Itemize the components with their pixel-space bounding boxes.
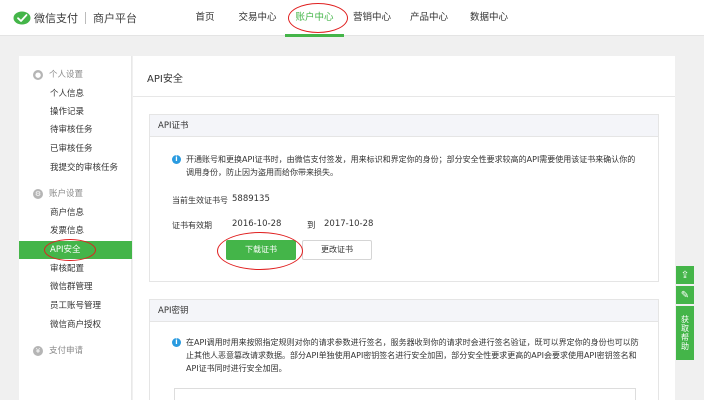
validity-label: 证书有效期 <box>172 221 212 230</box>
section-heading: API密钥 <box>150 300 658 322</box>
sidebar-item-invoice-info[interactable]: 发票信息 <box>19 222 132 240</box>
sidebar-group-account[interactable]: ⚙ 账户设置 <box>19 185 132 203</box>
sidebar-item-merchant-info[interactable]: 商户信息 <box>19 204 132 222</box>
floating-toolbar: ⇪ ✎ 获取帮助 <box>676 266 694 362</box>
sidebar-item-merchant-auth[interactable]: 微信商户授权 <box>19 316 132 334</box>
change-cert-button[interactable]: 更改证书 <box>302 240 372 260</box>
info-icon: i <box>172 155 181 164</box>
valid-from: 2016-10-28 <box>232 219 282 229</box>
sidebar-group-label: 账户设置 <box>49 189 84 199</box>
main-nav: 首页 交易中心 账户中心 营销中心 产品中心 数据中心 <box>180 0 520 37</box>
nav-marketing-center[interactable]: 营销中心 <box>344 0 400 36</box>
nav-home[interactable]: 首页 <box>180 0 230 36</box>
sidebar-item-personal-info[interactable]: 个人信息 <box>19 85 132 103</box>
user-icon: ● <box>33 70 43 80</box>
valid-to: 2017-10-28 <box>324 219 374 229</box>
wechat-pay-icon <box>13 11 31 25</box>
get-help-button[interactable]: 获取帮助 <box>676 306 694 360</box>
gear-icon: ⚙ <box>33 189 43 199</box>
cert-info-notice: i 开通账号和更换API证书时，由微信支付签发，用来标识和界定你的身份；部分安全… <box>172 153 642 179</box>
nav-trade-center[interactable]: 交易中心 <box>230 0 285 36</box>
valid-to-separator: 到 <box>307 221 316 231</box>
nav-data-center[interactable]: 数据中心 <box>458 0 520 36</box>
download-cert-button[interactable]: 下载证书 <box>226 240 296 260</box>
sidebar-item-my-submitted-tasks[interactable]: 我提交的审核任务 <box>19 159 132 177</box>
sidebar-group-payment[interactable]: ¥ 支付申请 <box>19 342 132 360</box>
api-cert-section: API证书 i 开通账号和更换API证书时，由微信支付签发，用来标识和界定你的身… <box>149 114 659 282</box>
key-action-box <box>174 388 636 400</box>
sidebar: ● 个人设置 个人信息 操作记录 待审核任务 已审核任务 我提交的审核任务 ⚙ … <box>19 56 132 400</box>
edit-icon[interactable]: ✎ <box>676 286 694 304</box>
sidebar-group-label: 支付申请 <box>49 346 84 356</box>
sidebar-item-api-security[interactable]: API安全 <box>19 241 132 259</box>
sidebar-item-pending-tasks[interactable]: 待审核任务 <box>19 121 132 139</box>
sidebar-item-staff-accounts[interactable]: 员工账号管理 <box>19 297 132 315</box>
info-icon: i <box>172 338 181 347</box>
upload-icon[interactable]: ⇪ <box>676 266 694 284</box>
title-divider <box>133 96 675 97</box>
sidebar-group-label: 个人设置 <box>49 70 84 80</box>
brand-logo[interactable]: 微信支付 商户平台 <box>13 10 137 26</box>
sidebar-group-personal[interactable]: ● 个人设置 <box>19 66 132 84</box>
api-key-section: API密钥 i 在API调用时用来按照指定规则对你的请求参数进行签名，服务器收到… <box>149 299 659 400</box>
page-title: API安全 <box>147 74 183 85</box>
sidebar-item-audit-config[interactable]: 审核配置 <box>19 260 132 278</box>
cert-info-text: 开通账号和更换API证书时，由微信支付签发，用来标识和界定你的身份；部分安全性要… <box>186 155 636 177</box>
key-info-notice: i 在API调用时用来按照指定规则对你的请求参数进行签名，服务器收到你的请求时会… <box>172 336 642 375</box>
nav-product-center[interactable]: 产品中心 <box>400 0 458 36</box>
key-info-text: 在API调用时用来按照指定规则对你的请求参数进行签名，服务器收到你的请求时会进行… <box>186 338 639 373</box>
sidebar-item-wechat-group[interactable]: 微信群管理 <box>19 278 132 296</box>
brand-subtitle: 商户平台 <box>93 12 137 25</box>
sidebar-item-reviewed-tasks[interactable]: 已审核任务 <box>19 140 132 158</box>
nav-account-center[interactable]: 账户中心 <box>285 0 344 37</box>
brand-divider <box>85 12 86 24</box>
payment-icon: ¥ <box>33 346 43 356</box>
main-content: API安全 API证书 i 开通账号和更换API证书时，由微信支付签发，用来标识… <box>133 56 675 400</box>
sidebar-item-operation-log[interactable]: 操作记录 <box>19 103 132 121</box>
section-heading: API证书 <box>150 115 658 137</box>
top-header: 微信支付 商户平台 首页 交易中心 账户中心 营销中心 产品中心 数据中心 <box>0 0 704 37</box>
serial-label: 当前生效证书号 <box>172 196 228 205</box>
brand-name: 微信支付 <box>34 12 78 25</box>
serial-value: 5889135 <box>232 194 270 204</box>
